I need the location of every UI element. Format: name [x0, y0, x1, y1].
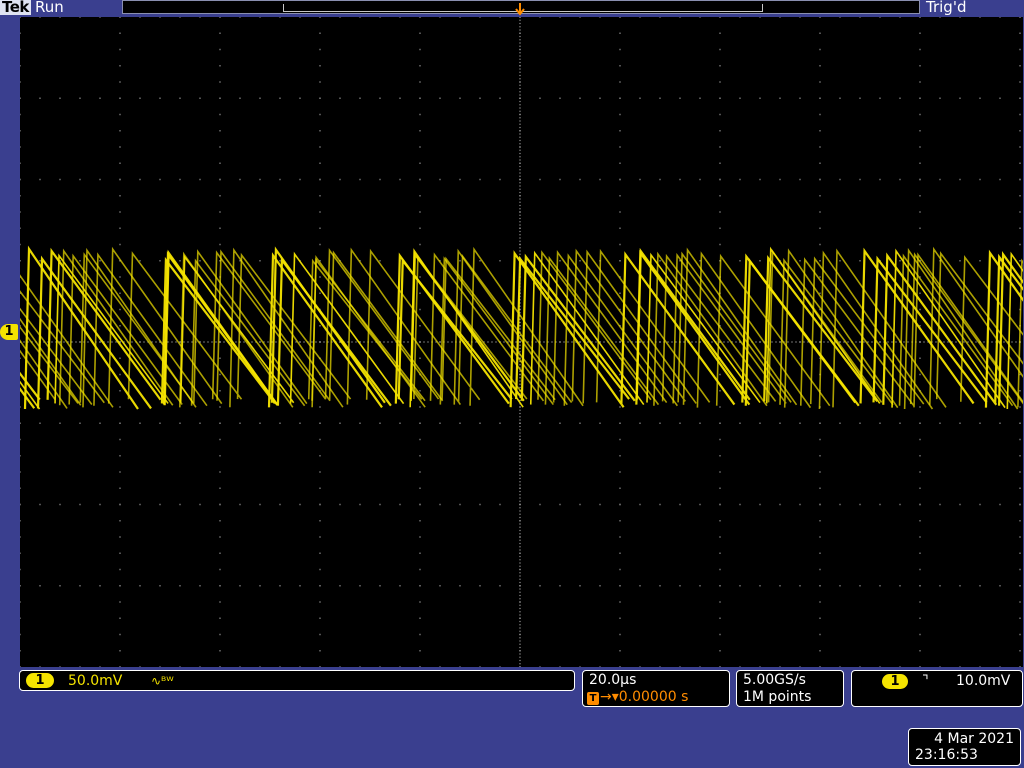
waveform-display[interactable]	[20, 17, 1023, 667]
sample-rate: 5.00GS/s	[743, 672, 806, 688]
channel-1-waveform	[20, 245, 1023, 410]
trigger-icon: T	[587, 692, 599, 705]
bandwidth-limit-icon: ∿ᴮᵂ	[151, 674, 174, 688]
record-length: 1M points	[743, 689, 812, 705]
trigger-status: Trig'd	[926, 0, 967, 16]
acquisition-status: Run	[35, 0, 64, 16]
horizontal-readout[interactable]: 20.0µs T →▾0.00000 s	[582, 670, 730, 707]
brand-logo: Tek	[0, 0, 31, 16]
horizontal-position: T →▾0.00000 s	[587, 689, 688, 706]
trigger-arrow-icon	[515, 3, 525, 16]
channel-1-ground-marker[interactable]: 1	[0, 324, 18, 340]
trigger-level: 10.0mV	[956, 673, 1011, 689]
time: 23:16:53	[915, 747, 978, 763]
trigger-source-badge: 1	[882, 674, 908, 689]
vertical-scale: 50.0mV	[68, 673, 123, 689]
trigger-readout[interactable]: 1 ⌝ 10.0mV	[851, 670, 1023, 707]
acquisition-readout[interactable]: 5.00GS/s 1M points	[736, 670, 844, 707]
position-value: →▾0.00000 s	[600, 689, 689, 705]
record-view-bar[interactable]	[122, 0, 920, 16]
date: 4 Mar 2021	[934, 731, 1014, 747]
channel-badge: 1	[26, 673, 54, 688]
falling-edge-icon: ⌝	[922, 673, 929, 689]
datetime-readout: 4 Mar 2021 23:16:53	[908, 728, 1021, 766]
vertical-readout[interactable]: 1 50.0mV ∿ᴮᵂ	[19, 670, 575, 691]
waveform-trace	[20, 249, 1023, 410]
status-bar: Tek Run Trig'd	[0, 0, 1024, 16]
time-per-division: 20.0µs	[589, 672, 637, 688]
